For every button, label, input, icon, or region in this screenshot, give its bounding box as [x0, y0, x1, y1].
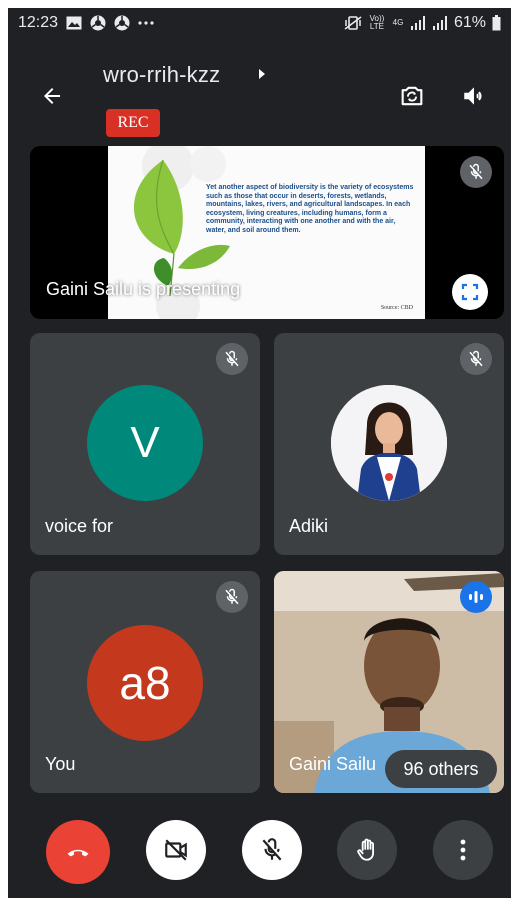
battery-percent: 61% — [453, 14, 486, 31]
presentation-tile[interactable]: Yet another aspect of biodiversity is th… — [30, 146, 504, 319]
avatar: a8 — [87, 625, 203, 741]
switch-camera-button[interactable] — [394, 78, 430, 114]
avatar: V — [87, 385, 203, 501]
fullscreen-button[interactable] — [452, 274, 488, 310]
participant-name: Gaini Sailu — [289, 754, 377, 774]
avatar — [331, 385, 447, 501]
hand-icon — [357, 838, 374, 861]
slide-body-text: Yet another aspect of biodiversity is th… — [206, 184, 414, 234]
mic-off-icon — [262, 838, 282, 861]
mic-off-icon — [469, 163, 483, 180]
mic-off-icon — [469, 350, 483, 367]
muted-indicator — [460, 156, 492, 188]
muted-indicator — [216, 581, 248, 613]
participant-tile[interactable]: V voice for — [30, 333, 260, 555]
profile-photo — [331, 385, 447, 501]
switch-camera-icon — [401, 86, 423, 106]
more-notifications-icon — [138, 21, 154, 25]
mic-off-icon — [225, 588, 239, 605]
mic-off-icon — [225, 350, 239, 367]
muted-indicator — [460, 343, 492, 375]
gallery-icon — [66, 16, 82, 30]
meet-screen: 12:23 Vo)) LTE 4G 61% wro-rrih-kzz REC Y… — [8, 8, 511, 898]
status-bar: 12:23 Vo)) LTE 4G 61% — [8, 8, 511, 38]
participant-name: voice for — [45, 516, 114, 536]
more-vert-icon — [460, 839, 466, 861]
chrome-icon — [90, 15, 106, 31]
slide-source: Source: CBD — [380, 305, 413, 311]
speaking-indicator — [460, 581, 492, 613]
muted-indicator — [216, 343, 248, 375]
fullscreen-icon — [461, 283, 479, 301]
battery-icon — [492, 15, 501, 31]
participant-name: You — [45, 754, 76, 774]
signal-icon — [432, 16, 448, 30]
network-type-label: 4G — [392, 18, 404, 27]
caret-right-icon[interactable] — [257, 68, 267, 80]
audio-output-button[interactable] — [456, 78, 492, 114]
presenting-label: Gaini Sailu is presenting — [46, 279, 241, 299]
volume-up-icon — [464, 87, 482, 105]
call-end-icon — [67, 849, 89, 857]
end-call-button[interactable] — [46, 820, 110, 884]
back-button[interactable] — [34, 78, 70, 114]
camera-toggle-button[interactable] — [146, 820, 206, 880]
vibrate-mute-icon — [344, 16, 362, 30]
status-time: 12:23 — [18, 14, 59, 31]
videocam-off-icon — [165, 839, 187, 861]
signal-icon — [410, 16, 426, 30]
recording-badge: REC — [106, 109, 160, 137]
arrow-back-icon — [44, 88, 60, 104]
audio-level-icon — [469, 591, 483, 603]
volte-label: Vo)) LTE — [369, 14, 385, 31]
participant-name: Adiki — [289, 516, 329, 536]
chrome-icon — [114, 15, 130, 31]
participant-tile[interactable]: Adiki — [274, 333, 504, 555]
call-header: wro-rrih-kzz REC — [8, 56, 511, 146]
mic-toggle-button[interactable] — [242, 820, 302, 880]
raise-hand-button[interactable] — [337, 820, 397, 880]
self-tile[interactable]: a8 You — [30, 571, 260, 793]
others-count-button[interactable]: 96 others — [385, 750, 497, 788]
meeting-code[interactable]: wro-rrih-kzz — [103, 62, 220, 88]
more-options-button[interactable] — [433, 820, 493, 880]
